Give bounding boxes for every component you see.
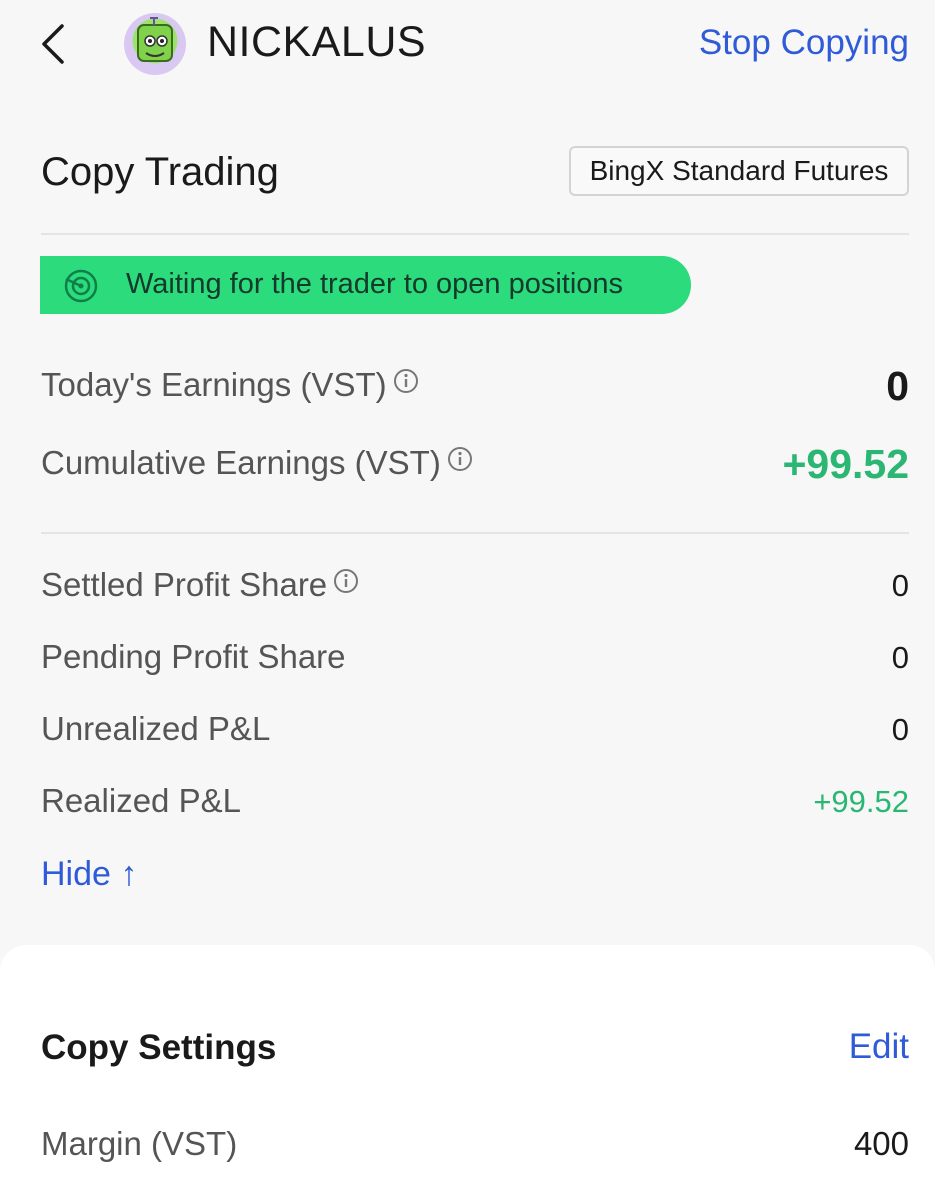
info-icon[interactable] — [393, 368, 419, 394]
todays-earnings-label: Today's Earnings (VST) — [41, 366, 419, 404]
hide-details-button[interactable]: Hide ↑ — [41, 855, 137, 894]
info-icon[interactable] — [333, 568, 359, 594]
unrealized-pnl-value: 0 — [891, 712, 909, 747]
settled-profit-share-value: 0 — [891, 568, 909, 603]
cumulative-earnings-value: +99.52 — [782, 441, 909, 487]
account-type-badge: BingX Standard Futures — [569, 146, 909, 196]
realized-pnl-label: Realized P&L — [41, 782, 241, 819]
status-banner: Waiting for the trader to open positions — [40, 256, 691, 314]
copy-trading-title: Copy Trading — [41, 150, 279, 194]
top-bar: NICKALUS Stop Copying — [0, 0, 935, 92]
divider — [41, 233, 909, 235]
radar-icon — [64, 269, 98, 303]
trader-name: NICKALUS — [207, 18, 427, 66]
unrealized-pnl-label: Unrealized P&L — [41, 710, 271, 747]
margin-label: Margin (VST) — [41, 1125, 238, 1162]
status-text: Waiting for the trader to open positions — [126, 268, 624, 300]
todays-earnings-label-text: Today's Earnings (VST) — [41, 366, 387, 403]
margin-value: 400 — [853, 1125, 909, 1162]
chevron-left-icon[interactable] — [38, 22, 68, 66]
settled-profit-share-label-text: Settled Profit Share — [41, 566, 328, 603]
settled-profit-share-label: Settled Profit Share — [41, 566, 359, 604]
stop-copying-button[interactable]: Stop Copying — [699, 23, 909, 63]
todays-earnings-value: 0 — [886, 363, 909, 409]
copy-settings-card: Copy Settings Edit Margin (VST) 400 — [0, 945, 935, 1200]
avatar — [124, 13, 186, 75]
cumulative-earnings-label-text: Cumulative Earnings (VST) — [41, 444, 441, 481]
divider — [41, 532, 909, 534]
pending-profit-share-label: Pending Profit Share — [41, 638, 346, 675]
pending-profit-share-value: 0 — [891, 640, 909, 675]
realized-pnl-value: +99.52 — [813, 784, 909, 819]
copy-settings-title: Copy Settings — [41, 1028, 277, 1067]
trader-avatar-icon — [137, 17, 173, 62]
cumulative-earnings-label: Cumulative Earnings (VST) — [41, 444, 473, 482]
edit-settings-button[interactable]: Edit — [849, 1027, 909, 1067]
info-icon[interactable] — [447, 446, 473, 472]
